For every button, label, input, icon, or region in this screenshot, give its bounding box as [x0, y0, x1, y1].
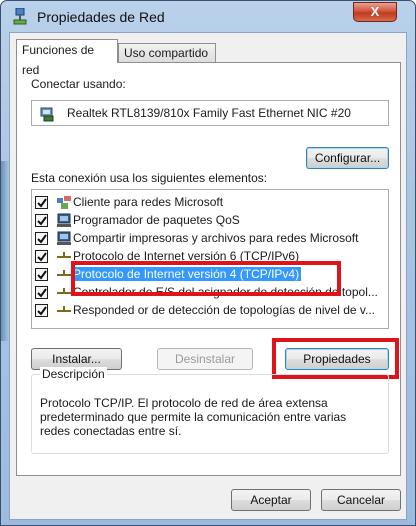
properties-button-label: Propiedades: [303, 352, 371, 366]
checkbox[interactable]: [35, 250, 48, 263]
list-item-file-sharing[interactable]: Compartir impresoras y archivos para red…: [32, 230, 388, 247]
protocol-icon: [56, 249, 72, 264]
dialog-client-area: Funciones de red Uso compartido Conectar…: [9, 32, 407, 520]
checkbox[interactable]: [35, 232, 48, 245]
description-title: Descripción: [40, 367, 107, 381]
list-item-ipv6[interactable]: Protocolo de Internet versión 6 (TCP/IPv…: [32, 248, 388, 265]
service-icon: [56, 213, 72, 228]
list-item-label: Responded or de detección de topologías …: [73, 303, 375, 317]
description-text: Protocolo TCP/IP. El protocolo de red de…: [40, 396, 347, 438]
window-title: Propiedades de Red: [37, 9, 165, 25]
checkbox[interactable]: [35, 268, 48, 281]
network-client-icon: [56, 195, 72, 210]
elements-label: Esta conexión usa los siguientes element…: [31, 171, 268, 185]
adapter-name: Realtek RTL8139/810x Family Fast Etherne…: [67, 106, 351, 120]
close-icon: X: [370, 4, 380, 19]
cancel-button-label: Cancelar: [336, 493, 386, 507]
checkbox[interactable]: [35, 286, 48, 299]
checkbox[interactable]: [35, 196, 48, 209]
uninstall-button-label: Desinstalar: [174, 352, 236, 366]
protocol-icon: [56, 267, 72, 282]
tab-label: Uso compartido: [124, 46, 209, 60]
list-item-label: Programador de paquetes QoS: [73, 213, 240, 227]
ok-button[interactable]: Aceptar: [231, 489, 311, 511]
checkbox[interactable]: [35, 214, 48, 227]
list-item-label: Compartir impresoras y archivos para red…: [73, 231, 359, 245]
connect-using-label: Conectar usando:: [31, 77, 126, 91]
network-adapter-icon: [40, 106, 56, 122]
list-item-label: Controlador de E/S del asignador de dete…: [73, 285, 378, 299]
properties-window: Propiedades de Red X Funciones de red Us…: [0, 0, 416, 526]
list-item-ipv4[interactable]: Protocolo de Internet versión 4 (TCP/IPv…: [32, 266, 388, 283]
checkbox[interactable]: [35, 304, 48, 317]
cancel-button[interactable]: Cancelar: [321, 489, 401, 511]
properties-button[interactable]: Propiedades: [285, 348, 389, 370]
uninstall-button[interactable]: Desinstalar: [157, 348, 253, 370]
close-button[interactable]: X: [353, 2, 397, 22]
description-group: Descripción Protocolo TCP/IP. El protoco…: [31, 367, 389, 454]
list-item-label: Cliente para redes Microsoft: [73, 195, 224, 209]
install-button-label: Instalar...: [52, 352, 101, 366]
configure-button-label: Configurar...: [314, 151, 381, 165]
elements-list[interactable]: Cliente para redes Microsoft Programador…: [31, 189, 389, 329]
service-icon: [56, 231, 72, 246]
tab-network-functions[interactable]: Funciones de red: [16, 39, 118, 77]
tab-sharing[interactable]: Uso compartido: [118, 43, 216, 63]
list-item-lltd-responder[interactable]: Responded or de detección de topologías …: [32, 302, 388, 319]
window-frame-edge: [1, 161, 9, 341]
list-item-label: Protocolo de Internet versión 6 (TCP/IPv…: [73, 249, 300, 263]
network-window-icon: [13, 7, 27, 25]
list-item-qos[interactable]: Programador de paquetes QoS: [32, 212, 388, 229]
adapter-field: Realtek RTL8139/810x Family Fast Etherne…: [31, 100, 389, 126]
protocol-icon: [56, 285, 72, 300]
protocol-icon: [56, 303, 72, 318]
title-bar[interactable]: Propiedades de Red X: [1, 1, 415, 32]
list-item-ms-client[interactable]: Cliente para redes Microsoft: [32, 194, 388, 211]
tab-panel: Conectar usando: Realtek RTL8139/810x Fa…: [16, 62, 401, 476]
list-item-label: Protocolo de Internet versión 4 (TCP/IPv…: [71, 267, 302, 281]
ok-button-label: Aceptar: [250, 493, 292, 507]
configure-button[interactable]: Configurar...: [306, 147, 389, 169]
list-item-lltd-mapper[interactable]: Controlador de E/S del asignador de dete…: [32, 284, 388, 301]
